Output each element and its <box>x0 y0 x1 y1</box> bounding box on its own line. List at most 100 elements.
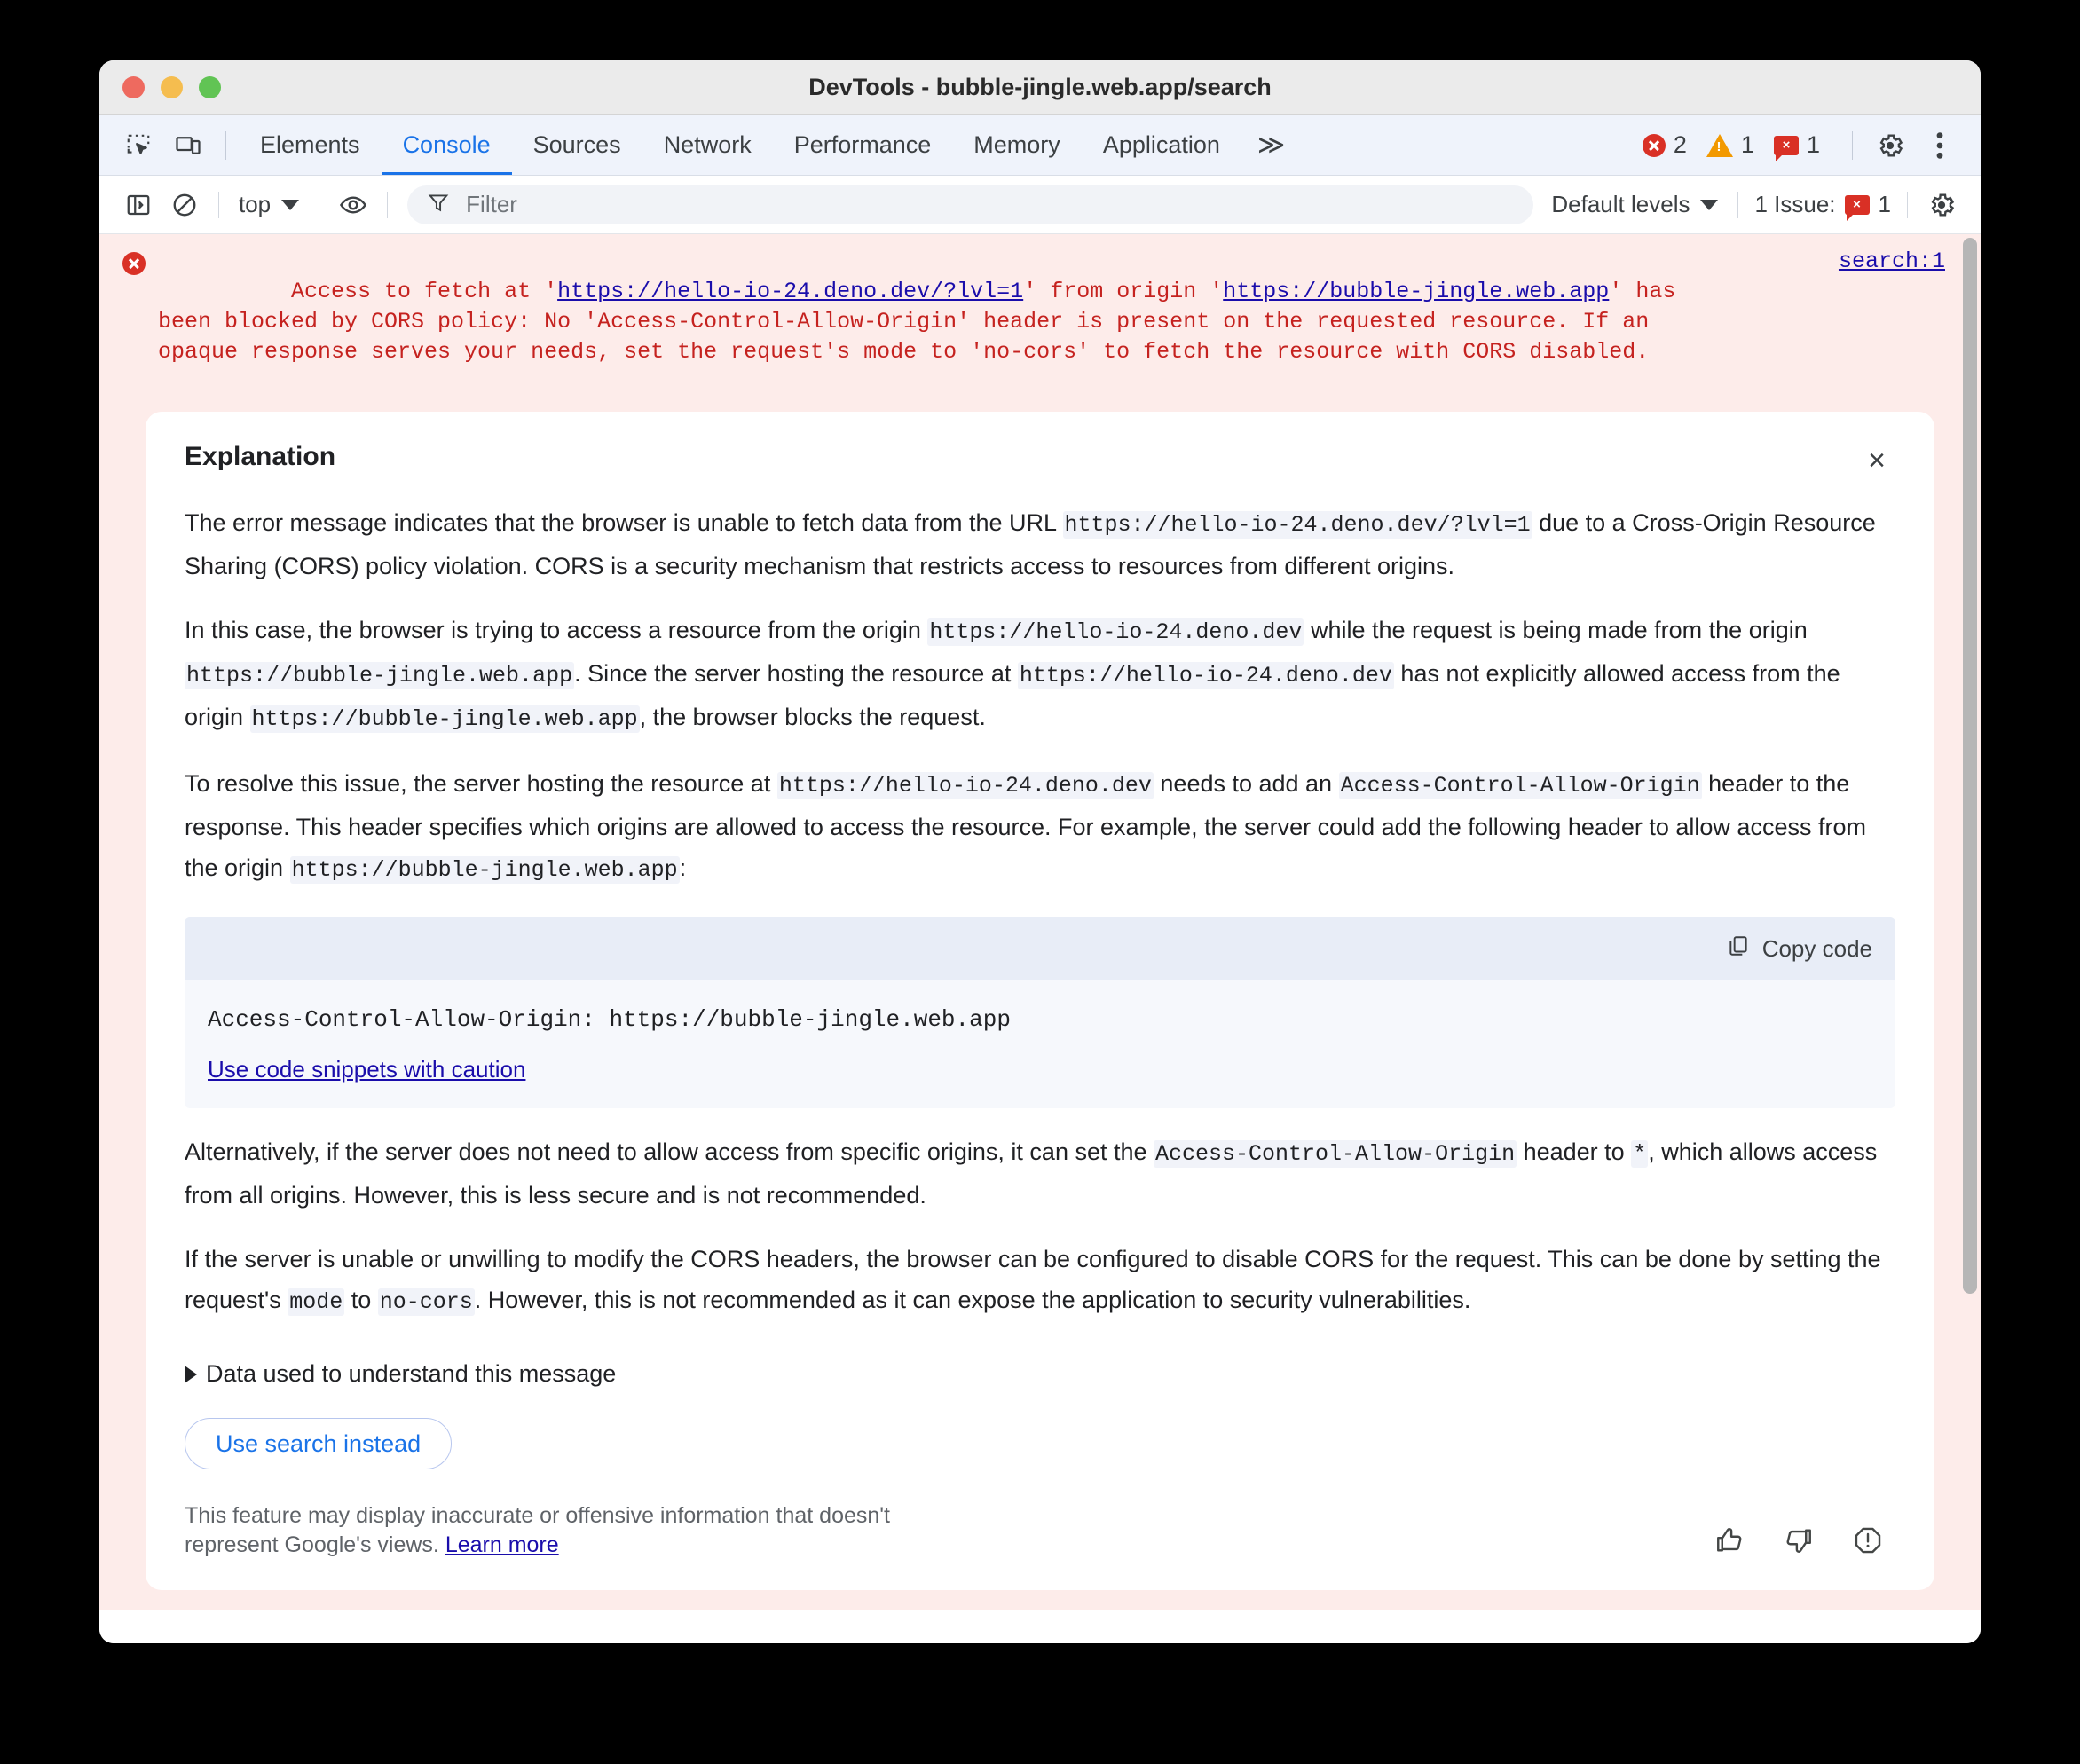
devtools-tabbar: Elements Console Sources Network Perform… <box>99 115 1981 176</box>
close-window-button[interactable] <box>122 76 145 98</box>
toolbar-divider-4 <box>1737 191 1739 218</box>
inline-code: mode <box>288 1288 345 1316</box>
explanation-paragraph-3: To resolve this issue, the server hostin… <box>185 770 1866 884</box>
error-line-pre: Access to fetch at ' <box>291 279 558 304</box>
data-disclosure-toggle[interactable]: Data used to understand this message <box>185 1360 1895 1388</box>
code-caution-link[interactable]: Use code snippets with caution <box>208 1056 525 1083</box>
disclaimer-text: This feature may display inaccurate or o… <box>185 1501 983 1560</box>
zoom-window-button[interactable] <box>199 76 221 98</box>
toolbar-divider-1 <box>218 191 219 218</box>
console-toolbar-right: Default levels 1 Issue: × 1 <box>1542 185 1965 225</box>
issue-count: 1 <box>1806 131 1820 158</box>
error-count: 2 <box>1673 131 1687 158</box>
overflow-menu-icon[interactable] <box>1915 124 1965 167</box>
chevron-right-icon <box>185 1365 197 1383</box>
error-request-url-link[interactable]: https://hello-io-24.deno.dev/?lvl=1 <box>557 279 1023 304</box>
explanation-paragraph-1: The error message indicates that the bro… <box>185 509 1876 579</box>
error-icon <box>1642 133 1666 157</box>
issues-count: 1 <box>1878 191 1891 217</box>
issue-counter[interactable]: × 1 <box>1773 131 1820 161</box>
error-rest-text: been blocked by CORS policy: No 'Access-… <box>158 309 1650 365</box>
more-tabs-icon[interactable]: ≫ <box>1241 130 1298 161</box>
chevron-down-icon <box>281 199 300 210</box>
tab-elements[interactable]: Elements <box>239 115 382 175</box>
issue-icon: × <box>1844 194 1870 221</box>
inline-code: * <box>1631 1140 1649 1168</box>
data-disclosure-label: Data used to understand this message <box>206 1360 617 1387</box>
copy-icon <box>1727 934 1750 964</box>
tab-sources[interactable]: Sources <box>512 115 642 175</box>
scrollbar-thumb[interactable] <box>1963 238 1977 1294</box>
warning-count: 1 <box>1740 131 1754 158</box>
thumb-down-icon[interactable] <box>1784 1525 1814 1560</box>
learn-more-link[interactable]: Learn more <box>445 1532 559 1557</box>
gear-icon[interactable] <box>1918 185 1965 225</box>
clear-console-icon[interactable] <box>162 185 208 225</box>
inline-code: https://hello-io-24.deno.dev <box>776 772 1154 799</box>
window-titlebar: DevTools - bubble-jingle.web.app/search <box>99 60 1981 115</box>
filter-input[interactable] <box>464 190 1515 219</box>
inline-code: Access-Control-Allow-Origin <box>1338 772 1702 799</box>
code-snippet-block: Copy code Access-Control-Allow-Origin: h… <box>185 917 1895 1108</box>
execution-context-value: top <box>239 191 272 217</box>
copy-code-label: Copy code <box>1761 934 1872 962</box>
console-sidebar-toggle-icon[interactable] <box>115 185 162 225</box>
warning-counter[interactable]: 1 <box>1706 131 1754 159</box>
console-scrollbar[interactable] <box>1963 234 1977 1643</box>
filter-icon <box>427 191 450 218</box>
inline-code: https://hello-io-24.deno.dev <box>1017 662 1394 689</box>
tab-console[interactable]: Console <box>382 115 512 175</box>
code-snippet-body: Access-Control-Allow-Origin: https://bub… <box>185 980 1895 1108</box>
code-snippet-text: Access-Control-Allow-Origin: https://bub… <box>208 1006 1011 1033</box>
execution-context-selector[interactable]: top <box>230 191 308 218</box>
status-divider <box>1852 130 1853 160</box>
explanation-header: Explanation × <box>185 442 1895 479</box>
minimize-window-button[interactable] <box>161 76 183 98</box>
explanation-container: Explanation × The error message indicate… <box>99 412 1981 1610</box>
inline-code: Access-Control-Allow-Origin <box>1154 1140 1517 1168</box>
explanation-paragraph-5: If the server is unable or unwilling to … <box>185 1246 1881 1316</box>
panel-tabs: Elements Console Sources Network Perform… <box>239 115 1298 175</box>
use-search-instead-button[interactable]: Use search instead <box>185 1418 453 1469</box>
close-icon[interactable]: × <box>1858 442 1895 479</box>
tab-performance[interactable]: Performance <box>773 115 953 175</box>
window-title: DevTools - bubble-jingle.web.app/search <box>808 74 1272 100</box>
explanation-title: Explanation <box>185 442 336 471</box>
inline-code: https://hello-io-24.deno.dev/?lvl=1 <box>1062 511 1532 539</box>
log-levels-selector[interactable]: Default levels <box>1542 191 1727 218</box>
error-icon <box>122 252 146 398</box>
warning-icon <box>1706 133 1733 157</box>
inline-code: https://bubble-jingle.web.app <box>185 662 575 689</box>
live-expression-eye-icon[interactable] <box>330 185 376 225</box>
explanation-footer: This feature may display inaccurate or o… <box>185 1501 1895 1560</box>
code-snippet-header: Copy code <box>185 917 1895 980</box>
error-origin-link[interactable]: https://bubble-jingle.web.app <box>1223 279 1609 304</box>
device-toolbar-icon[interactable] <box>163 124 213 167</box>
explanation-paragraph-2: In this case, the browser is trying to a… <box>185 617 1840 733</box>
desktop-background: DevTools - bubble-jingle.web.app/search … <box>0 0 2080 1764</box>
console-error-message[interactable]: Access to fetch at 'https://hello-io-24.… <box>99 234 1981 412</box>
tab-memory[interactable]: Memory <box>952 115 1082 175</box>
explanation-paragraph-4: Alternatively, if the server does not ne… <box>185 1138 1878 1209</box>
inspect-element-icon[interactable] <box>114 124 163 167</box>
issues-label: 1 Issue: <box>1754 191 1836 217</box>
issues-button[interactable]: 1 Issue: × 1 <box>1749 191 1896 221</box>
tabbar-status-area: 2 1 × 1 <box>1642 124 1965 167</box>
console-message-area: Access to fetch at 'https://hello-io-24.… <box>99 234 1981 1643</box>
error-line-mid: ' from origin ' <box>1023 279 1224 304</box>
traffic-light-group <box>122 76 221 98</box>
tab-application[interactable]: Application <box>1082 115 1241 175</box>
copy-code-button[interactable]: Copy code <box>1727 934 1872 964</box>
tab-network[interactable]: Network <box>642 115 773 175</box>
filter-input-container[interactable] <box>407 185 1534 224</box>
toolbar-divider-5 <box>1907 191 1908 218</box>
report-icon[interactable] <box>1853 1525 1883 1560</box>
error-source-link[interactable]: search:1 <box>1839 248 1945 274</box>
gear-icon[interactable] <box>1865 124 1915 167</box>
toolbar-divider-3 <box>387 191 389 218</box>
thumb-up-icon[interactable] <box>1714 1525 1745 1560</box>
devtools-window: DevTools - bubble-jingle.web.app/search … <box>99 60 1981 1643</box>
console-error-text: Access to fetch at 'https://hello-io-24.… <box>158 247 1954 398</box>
error-counter[interactable]: 2 <box>1642 131 1687 159</box>
explanation-card: Explanation × The error message indicate… <box>146 412 1934 1590</box>
